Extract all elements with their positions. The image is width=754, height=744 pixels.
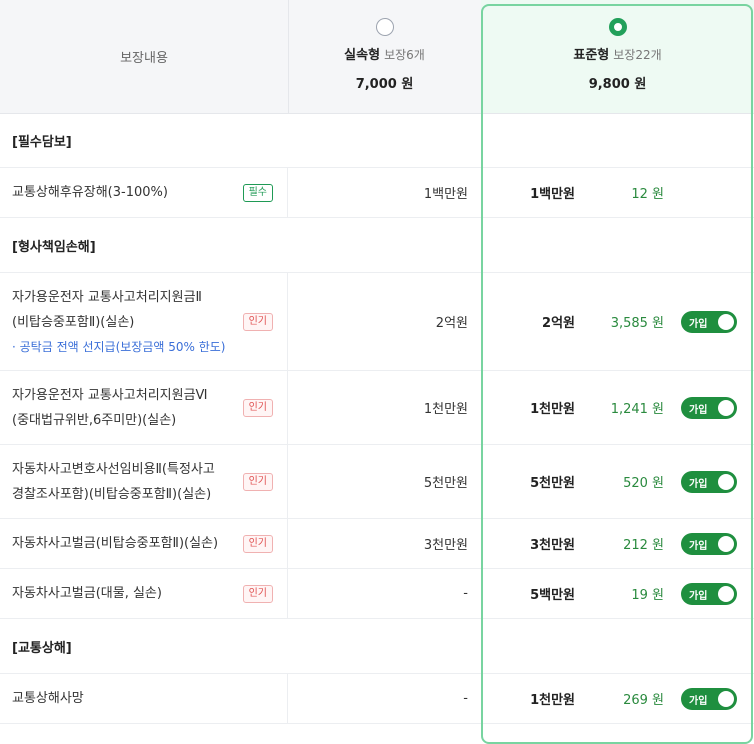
coverage-label: 보장내용 bbox=[0, 0, 289, 113]
coverage-name-line: (중대법규위반,6주미만)(실손) bbox=[12, 412, 177, 428]
toggle-knob-icon bbox=[718, 399, 734, 416]
standard-amount: 1천만원 bbox=[530, 693, 575, 708]
popular-badge: 인기 bbox=[242, 584, 273, 603]
join-toggle-label: 가입 bbox=[689, 404, 708, 416]
join-toggle[interactable]: 가입 bbox=[681, 396, 737, 419]
section-title: [필수담보] bbox=[0, 113, 754, 168]
popular-badge: 인기 bbox=[242, 534, 273, 553]
coverage-name-line: 자동차사고벌금(비탑승중포함Ⅱ)(실손) bbox=[12, 536, 219, 551]
toggle-knob-icon bbox=[718, 473, 734, 490]
coverage-row: 자동차사고벌금(비탑승중포함Ⅱ)(실손) 인기 3천만원 3천만원 212 원 … bbox=[0, 519, 754, 569]
standard-amount: 3천만원 bbox=[530, 538, 575, 553]
coverage-row: 자동차사고변호사선임비용Ⅱ(특정사고 경찰조사포함)(비탑승중포함Ⅱ)(실손) … bbox=[0, 445, 754, 519]
plan-standard-radio-icon[interactable] bbox=[608, 18, 627, 36]
premium: 1,241 원 bbox=[610, 402, 664, 417]
basic-amount: 5천만원 bbox=[423, 476, 468, 491]
coverage-name-line: 자동차사고변호사선임비용Ⅱ(특정사고 bbox=[12, 461, 215, 477]
coverage-name-line: 자가용운전자 교통사고처리지원금Ⅱ bbox=[12, 289, 202, 305]
popular-badge: 인기 bbox=[242, 472, 273, 491]
standard-amount: 5천만원 bbox=[530, 476, 575, 491]
premium: 269 원 bbox=[623, 693, 664, 708]
join-toggle-label: 가입 bbox=[689, 695, 708, 707]
plan-basic-radio-icon[interactable] bbox=[375, 18, 394, 36]
coverage-name: 교통상해후유장해(3-100%) 필수 bbox=[0, 168, 288, 217]
popular-badge: 인기 bbox=[242, 312, 273, 331]
premium: 520 원 bbox=[623, 476, 664, 491]
join-toggle[interactable]: 가입 bbox=[681, 310, 737, 333]
coverage-name: 자동차사고벌금(비탑승중포함Ⅱ)(실손) 인기 bbox=[0, 519, 288, 568]
standard-amount: 2억원 bbox=[542, 316, 575, 331]
join-toggle[interactable]: 가입 bbox=[681, 582, 737, 605]
basic-amount: 1백만원 bbox=[423, 187, 468, 202]
join-toggle-label: 가입 bbox=[689, 318, 708, 330]
coverage-name-line: 경찰조사포함)(비탑승중포함Ⅱ)(실손) bbox=[12, 486, 212, 502]
popular-badge: 인기 bbox=[242, 398, 273, 417]
plan-standard-count: 보장22개 bbox=[613, 48, 662, 62]
section-title: [형사책임손해] bbox=[0, 218, 754, 273]
coverage-compare-table: 보장내용 실속형 보장6개 7,000 원 표준형 보장22개 9,800 원 [필… bbox=[0, 0, 754, 744]
coverage-name: 자동차사고변호사선임비용Ⅱ(특정사고 경찰조사포함)(비탑승중포함Ⅱ)(실손) … bbox=[0, 445, 288, 518]
coverage-row: 자가용운전자 교통사고처리지원금Ⅵ (중대법규위반,6주미만)(실손) 인기 1… bbox=[0, 371, 754, 445]
coverage-name: 자가용운전자 교통사고처리지원금Ⅱ (비탑승중포함Ⅱ)(실손) · 공탁금 전액… bbox=[0, 273, 288, 370]
section-title: [교통상해] bbox=[0, 619, 754, 674]
basic-amount: - bbox=[463, 586, 468, 601]
plan-basic-name: 실속형 bbox=[344, 48, 381, 63]
toggle-knob-icon bbox=[718, 585, 734, 602]
standard-amount: 1백만원 bbox=[530, 187, 575, 202]
coverage-name-line: 교통상해사망 bbox=[12, 691, 84, 706]
premium: 19 원 bbox=[631, 588, 664, 603]
coverage-name-line: 자동차사고벌금(대물, 실손) bbox=[12, 586, 162, 601]
premium: 212 원 bbox=[623, 538, 664, 553]
premium: 3,585 원 bbox=[610, 316, 664, 331]
coverage-name-line: (비탑승중포함Ⅱ)(실손) bbox=[12, 314, 135, 330]
coverage-note: · 공탁금 전액 선지급(보장금액 50% 한도) bbox=[12, 339, 226, 354]
coverage-name-line: 자가용운전자 교통사고처리지원금Ⅵ bbox=[12, 387, 208, 403]
toggle-knob-icon bbox=[718, 535, 734, 552]
coverage-rows: [필수담보] 교통상해후유장해(3-100%) 필수 1백만원 1백만원 12 … bbox=[0, 113, 754, 724]
plan-basic-count: 보장6개 bbox=[384, 48, 425, 62]
plan-header: 보장내용 실속형 보장6개 7,000 원 표준형 보장22개 9,800 원 bbox=[0, 0, 754, 114]
toggle-knob-icon bbox=[718, 690, 734, 707]
standard-amount: 5백만원 bbox=[530, 588, 575, 603]
basic-amount: 1천만원 bbox=[423, 402, 468, 417]
coverage-row: 교통상해사망 - 1천만원 269 원 가입 bbox=[0, 674, 754, 724]
join-toggle-label: 가입 bbox=[689, 540, 708, 552]
toggle-knob-icon bbox=[718, 313, 734, 330]
join-toggle[interactable]: 가입 bbox=[681, 687, 737, 710]
coverage-name: 자동차사고벌금(대물, 실손) 인기 bbox=[0, 569, 288, 618]
plan-standard-name: 표준형 bbox=[573, 48, 610, 63]
join-toggle[interactable]: 가입 bbox=[681, 470, 737, 493]
required-badge: 필수 bbox=[242, 183, 273, 202]
basic-amount: 2억원 bbox=[435, 316, 468, 331]
coverage-name: 자가용운전자 교통사고처리지원금Ⅵ (중대법규위반,6주미만)(실손) 인기 bbox=[0, 371, 288, 444]
basic-amount: 3천만원 bbox=[423, 538, 468, 553]
plan-basic-price: 7,000 원 bbox=[355, 77, 414, 92]
join-toggle[interactable]: 가입 bbox=[681, 532, 737, 555]
plan-standard-price: 9,800 원 bbox=[588, 77, 647, 92]
join-toggle-label: 가입 bbox=[689, 590, 708, 602]
coverage-name: 교통상해사망 bbox=[0, 674, 288, 723]
coverage-row: 자동차사고벌금(대물, 실손) 인기 - 5백만원 19 원 가입 bbox=[0, 569, 754, 619]
coverage-row: 교통상해후유장해(3-100%) 필수 1백만원 1백만원 12 원 bbox=[0, 168, 754, 218]
join-toggle-label: 가입 bbox=[689, 478, 708, 490]
basic-amount: - bbox=[463, 691, 468, 706]
coverage-name-line: 교통상해후유장해(3-100%) bbox=[12, 185, 168, 200]
coverage-row: 자가용운전자 교통사고처리지원금Ⅱ (비탑승중포함Ⅱ)(실손) · 공탁금 전액… bbox=[0, 273, 754, 371]
standard-amount: 1천만원 bbox=[530, 402, 575, 417]
plan-standard-option[interactable]: 표준형 보장22개 9,800 원 bbox=[481, 0, 754, 113]
plan-basic-option[interactable]: 실속형 보장6개 7,000 원 bbox=[288, 0, 481, 113]
premium: 12 원 bbox=[631, 187, 664, 202]
